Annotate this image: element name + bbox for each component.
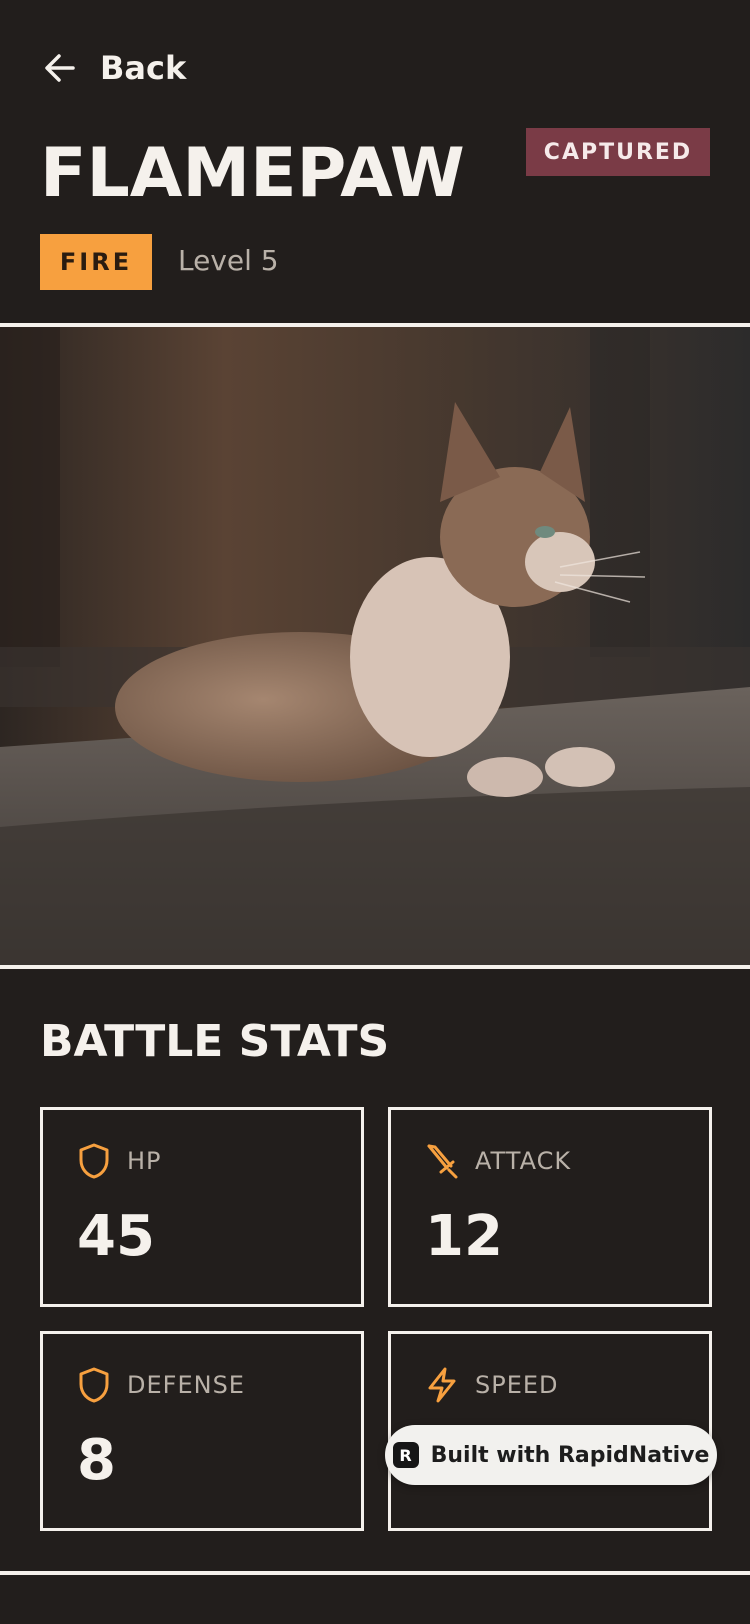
divider — [0, 1571, 750, 1575]
stat-label: ATTACK — [475, 1147, 572, 1175]
creature-image — [0, 323, 750, 969]
built-with-label: Built with RapidNative — [430, 1442, 710, 1468]
stat-card-hp: HP 45 — [40, 1107, 364, 1307]
lightning-icon — [428, 1367, 456, 1403]
stat-card-defense: DEFENSE 8 — [40, 1331, 364, 1531]
stat-value: 12 — [425, 1204, 503, 1269]
type-badge: FIRE — [40, 234, 152, 290]
back-button[interactable]: Back — [40, 48, 186, 88]
built-with-rapidnative-button[interactable]: R Built with RapidNative — [385, 1425, 717, 1485]
stat-label: HP — [127, 1147, 162, 1175]
shield-icon — [79, 1143, 109, 1179]
level-text: Level 5 — [178, 244, 279, 277]
stat-label: SPEED — [475, 1371, 559, 1399]
stat-value: 45 — [77, 1204, 155, 1269]
back-label: Back — [100, 49, 187, 87]
stat-value: 8 — [77, 1428, 116, 1493]
creature-name: FLAMEPAW — [40, 134, 465, 213]
creature-detail-screen: Back FLAMEPAW CAPTURED FIRE Level 5 BATT… — [0, 0, 750, 1624]
captured-badge: CAPTURED — [526, 128, 710, 176]
stat-card-attack: ATTACK 12 — [388, 1107, 712, 1307]
shield-icon — [79, 1367, 109, 1403]
rapidnative-logo-icon: R — [392, 1442, 419, 1468]
sword-icon — [427, 1144, 458, 1179]
battle-stats-heading: BATTLE STATS — [40, 1016, 390, 1067]
stat-label: DEFENSE — [127, 1371, 245, 1399]
arrow-left-icon — [45, 54, 75, 82]
